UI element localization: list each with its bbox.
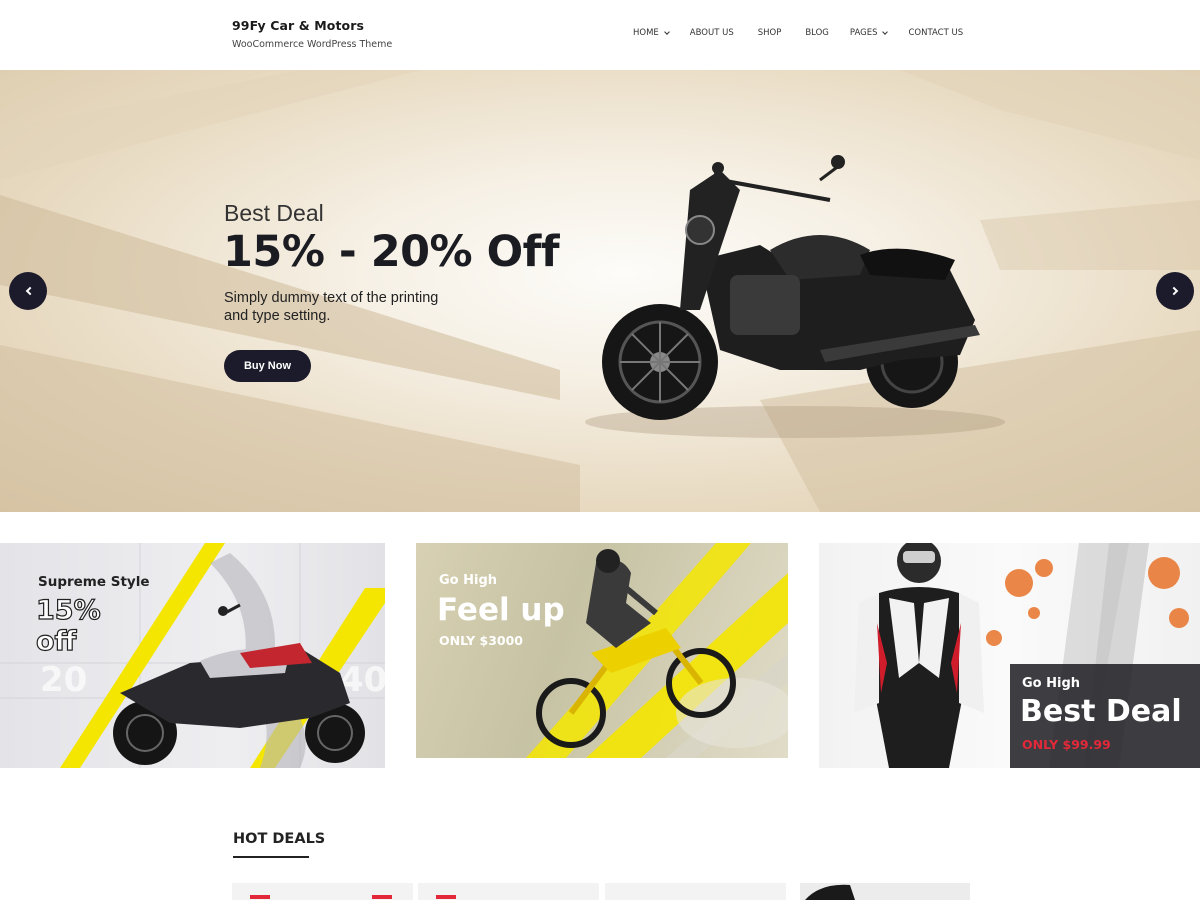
promo-headline: 15% off — [35, 594, 101, 657]
promo-price: ONLY $3000 — [439, 633, 523, 648]
nav-item-label: SHOP — [757, 28, 782, 38]
sale-badge — [436, 895, 456, 899]
sale-badge — [250, 895, 270, 899]
promo-banner-best-deal[interactable]: Go High Best Deal ONLY $99.99 — [819, 543, 1200, 768]
nav-item-label: CONTACT US — [908, 28, 964, 38]
site-tagline: WooCommerce WordPress Theme — [232, 39, 393, 50]
nav-item-label: BLOG — [805, 28, 829, 38]
product-card[interactable] — [418, 883, 599, 900]
promo-headline-line: 15% — [35, 594, 101, 626]
riding-suit-image — [854, 543, 984, 768]
promo-price: ONLY $99.99 — [1022, 737, 1111, 752]
promo-banner-feel-up[interactable]: Go High Feel up ONLY $3000 — [416, 543, 788, 758]
buy-now-button[interactable]: Buy Now — [224, 350, 311, 382]
promo-eyebrow: Go High — [439, 573, 498, 588]
hero-title: 15% - 20% Off — [223, 227, 560, 277]
nav-item-pages[interactable]: PAGES — [849, 28, 889, 38]
promo-headline-line: off — [35, 625, 77, 657]
promo-banner-supreme-style[interactable]: 20 40 Supreme Style 15% off — [0, 543, 385, 768]
product-card[interactable] — [605, 883, 786, 900]
hero-subtitle: Best Deal — [224, 200, 324, 226]
nav-item-contact[interactable]: CONTACT US — [908, 28, 963, 38]
slider-prev-button[interactable] — [9, 272, 47, 310]
chevron-down-icon — [882, 28, 889, 35]
promo-eyebrow: Supreme Style — [38, 574, 150, 590]
product-card[interactable] — [800, 883, 970, 900]
chevron-down-icon — [663, 28, 670, 35]
hero-description: Simply dummy text of the printing and ty… — [224, 290, 439, 324]
nav-item-home[interactable]: HOME — [633, 28, 670, 38]
nav-item-shop[interactable]: SHOP — [758, 28, 782, 38]
nav-item-label: HOME — [633, 28, 659, 38]
promo-headline: Feel up — [437, 592, 565, 628]
hot-deals-title: HOT DEALS — [233, 831, 326, 847]
promo-headline: Best Deal — [1020, 694, 1182, 729]
site-title[interactable]: 99Fy Car & Motors — [232, 18, 392, 33]
nav-item-label: ABOUT US — [689, 28, 734, 38]
slider-next-button[interactable] — [1156, 272, 1194, 310]
product-image — [805, 884, 855, 900]
main-nav: HOME ABOUT US SHOP BLOG PAGES CONTACT US — [633, 28, 963, 38]
chevron-right-icon — [1169, 286, 1178, 296]
chevron-left-icon — [25, 286, 34, 296]
section-underline — [233, 856, 309, 858]
svg-text:20: 20 — [40, 660, 87, 700]
site-branding[interactable]: 99Fy Car & Motors WooCommerce WordPress … — [232, 18, 392, 50]
sale-badge — [372, 895, 392, 899]
hero-background — [0, 70, 1200, 512]
nav-item-about[interactable]: ABOUT US — [690, 28, 734, 38]
promo-eyebrow: Go High — [1022, 676, 1081, 691]
hero-slider: Best Deal 15% - 20% Off Simply dummy tex… — [0, 70, 1200, 512]
nav-item-blog[interactable]: BLOG — [805, 28, 829, 38]
product-card[interactable] — [232, 883, 413, 900]
nav-item-label: PAGES — [849, 28, 878, 38]
site-header: 99Fy Car & Motors WooCommerce WordPress … — [0, 0, 1200, 70]
